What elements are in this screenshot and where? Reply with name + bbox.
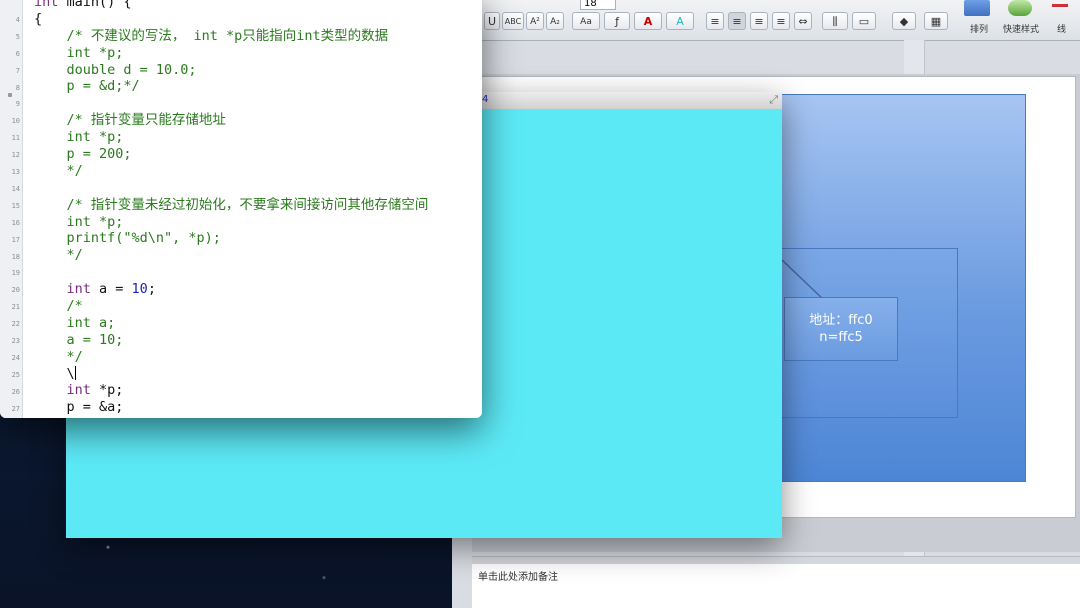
code-line[interactable]: printf("%d\n", *p); xyxy=(34,230,482,247)
align-center-button[interactable]: ≡ xyxy=(728,12,746,30)
code-line[interactable]: a = 10; xyxy=(34,332,482,349)
columns-button[interactable]: ⫼ xyxy=(822,12,848,30)
cyan-window-title: 4 xyxy=(482,94,489,105)
line-number: 13 xyxy=(11,168,20,176)
strikethrough-button[interactable]: ABC xyxy=(502,12,524,30)
line-number: 5 xyxy=(15,32,20,41)
text-box-button[interactable]: ▭ xyxy=(852,12,876,30)
superscript-button[interactable]: A² xyxy=(526,12,544,30)
code-line[interactable]: */ xyxy=(34,349,482,366)
code-line[interactable]: /* 指针变量未经过初始化，不要拿来间接访问其他存储空间 xyxy=(34,197,482,214)
line-number: 21 xyxy=(11,303,20,312)
code-line[interactable]: /* 不建议的写法， int *p只能指向int类型的数据 xyxy=(34,28,482,45)
n-value-label: n=ffc5 xyxy=(819,330,863,345)
line-number: 10 xyxy=(11,117,20,126)
text-highlight-button[interactable]: ƒ xyxy=(604,12,630,30)
notes-placeholder: 单击此处添加备注 xyxy=(478,572,558,583)
arrange-label[interactable]: 排列 xyxy=(970,22,988,35)
line-number: 24 xyxy=(11,353,20,362)
justify-button[interactable]: ≡ xyxy=(772,12,790,30)
image-button[interactable]: ▦ xyxy=(924,12,948,30)
notes-pane[interactable]: 单击此处添加备注 xyxy=(472,564,1080,608)
align-right-button[interactable]: ≡ xyxy=(750,12,768,30)
code-text[interactable]: int main() {{ /* 不建议的写法， int *p只能指向int类型… xyxy=(34,0,482,416)
code-line[interactable]: int a = 10; xyxy=(34,281,482,298)
code-line[interactable]: double d = 10.0; xyxy=(34,62,482,79)
change-case-button[interactable]: Aa xyxy=(572,12,600,30)
line-number: 18 xyxy=(11,252,20,261)
connector-line xyxy=(781,259,825,301)
distribute-button[interactable]: ⇔ xyxy=(794,12,812,30)
line-number: 14 xyxy=(11,184,20,193)
code-line[interactable]: p = 200; xyxy=(34,146,482,163)
code-line[interactable]: p = &d;*/ xyxy=(34,78,482,95)
shapes-button[interactable]: ◆ xyxy=(892,12,916,30)
line-number: 27 xyxy=(11,404,20,413)
line-number: 11 xyxy=(11,134,20,143)
code-line[interactable]: /* 指针变量只能存储地址 xyxy=(34,112,482,129)
subscript-button[interactable]: A₂ xyxy=(546,12,564,30)
code-line[interactable]: /* xyxy=(34,298,482,315)
code-line[interactable]: */ xyxy=(34,163,482,180)
underline-button[interactable]: U xyxy=(484,12,500,30)
line-number: 9 xyxy=(15,100,20,109)
code-line[interactable] xyxy=(34,95,482,112)
code-line[interactable]: int *p; xyxy=(34,214,482,231)
code-line[interactable]: int *p; xyxy=(34,129,482,146)
line-number: 7 xyxy=(15,66,20,75)
line-number: 8 xyxy=(15,83,20,92)
font-size-field[interactable]: 18 xyxy=(580,0,616,10)
fold-marker-icon[interactable] xyxy=(8,93,12,97)
line-label[interactable]: 线 xyxy=(1057,22,1066,35)
quick-styles-label[interactable]: 快速样式 xyxy=(1003,22,1039,35)
word-ribbon: 18 U ABC A² A₂ Aa ƒ A A ≡ ≡ ≡ ≡ ⇔ ⫼ ▭ ◆ … xyxy=(452,0,1080,41)
font-color-button[interactable]: A xyxy=(634,12,662,30)
code-line[interactable]: p = &a; xyxy=(34,399,482,416)
code-line[interactable]: int main() { xyxy=(34,0,482,11)
line-number: 4 xyxy=(15,15,20,24)
line-number: 16 xyxy=(11,218,20,227)
address-label: 地址：ffc0 xyxy=(809,313,873,328)
code-line[interactable]: int a; xyxy=(34,315,482,332)
code-line[interactable]: \ xyxy=(34,365,482,383)
code-line[interactable]: { xyxy=(34,11,482,28)
arrange-icon[interactable] xyxy=(964,0,990,16)
code-line[interactable] xyxy=(34,180,482,197)
code-line[interactable]: int *p; xyxy=(34,382,482,399)
line-number: 25 xyxy=(11,370,20,379)
code-line[interactable]: */ xyxy=(34,247,482,264)
line-number: 20 xyxy=(11,286,20,295)
code-line[interactable] xyxy=(34,264,482,281)
line-number: 6 xyxy=(15,49,20,58)
text-effects-button[interactable]: A xyxy=(666,12,694,30)
code-line[interactable]: int *p; xyxy=(34,45,482,62)
resize-icon[interactable]: ⤢ xyxy=(769,93,778,107)
text-caret xyxy=(74,365,76,380)
address-box[interactable]: 地址：ffc0 n=ffc5 xyxy=(784,297,898,361)
align-left-button[interactable]: ≡ xyxy=(706,12,724,30)
line-icon[interactable] xyxy=(1052,4,1068,7)
line-number: 26 xyxy=(11,387,20,396)
line-number: 12 xyxy=(11,151,20,160)
line-number: 15 xyxy=(11,201,20,210)
line-number: 17 xyxy=(11,235,20,244)
code-editor[interactable]: 4 5 6 7 8 9 10 11 12 13 14 15 16 17 18 19 20 21 22 23 24 25 26… xyxy=(0,0,482,418)
line-number: 22 xyxy=(11,320,20,329)
line-number: 19 xyxy=(11,269,20,278)
line-number: 23 xyxy=(11,337,20,345)
quick-styles-icon[interactable] xyxy=(1008,0,1032,16)
